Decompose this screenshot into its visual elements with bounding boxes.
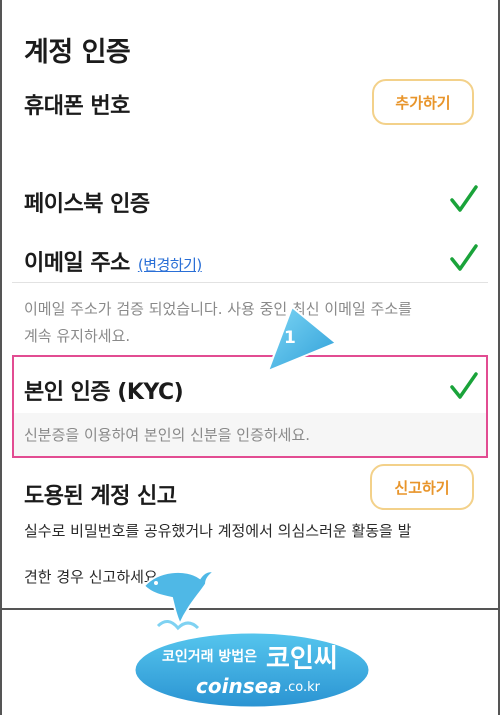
kyc-verification-label[interactable]: 본인 인증 (KYC) — [24, 374, 184, 406]
phone-number-label: 휴대폰 번호 — [24, 94, 130, 119]
add-phone-button[interactable]: 추가하기 — [372, 79, 474, 125]
bottom-border — [0, 608, 500, 610]
kyc-description: 신분증을 이용하여 본인의 신분을 인증하세요. — [24, 426, 311, 444]
report-button[interactable]: 신고하기 — [370, 464, 474, 510]
check-icon — [450, 372, 478, 399]
email-description-line1: 이메일 주소가 검증 되었습니다. 사용 중인 최신 이메일 주소를 — [24, 300, 412, 318]
report-compromised-label: 도용된 계정 신고 — [24, 484, 177, 509]
report-description-line1: 실수로 비밀번호를 공유했거나 계정에서 의심스러운 활동을 발 — [24, 522, 412, 540]
email-description-line2: 계속 유지하세요. — [24, 327, 131, 345]
watermark-brand: 코인씨 — [266, 644, 338, 674]
watermark-text: 코인거래 방법은 — [162, 649, 258, 665]
watermark-domain: .co.kr — [284, 680, 321, 695]
step-number: 1 — [284, 328, 296, 348]
check-icon — [450, 244, 478, 271]
watermark-site: coinsea — [196, 674, 282, 698]
pointer-arrow-icon — [266, 305, 337, 373]
check-icon — [450, 185, 478, 212]
email-description: 이메일 주소가 검증 되었습니다. 사용 중인 최신 이메일 주소를 계속 유지… — [24, 296, 412, 350]
page-title: 계정 인증 — [24, 37, 131, 68]
divider — [12, 282, 488, 283]
change-email-link[interactable]: (변경하기) — [138, 256, 202, 274]
dolphin-mascot-icon — [142, 570, 216, 631]
facebook-verification-label: 페이스북 인증 — [24, 192, 150, 217]
email-address-row: 이메일 주소 (변경하기) — [24, 245, 202, 277]
email-address-label: 이메일 주소 — [24, 251, 130, 276]
